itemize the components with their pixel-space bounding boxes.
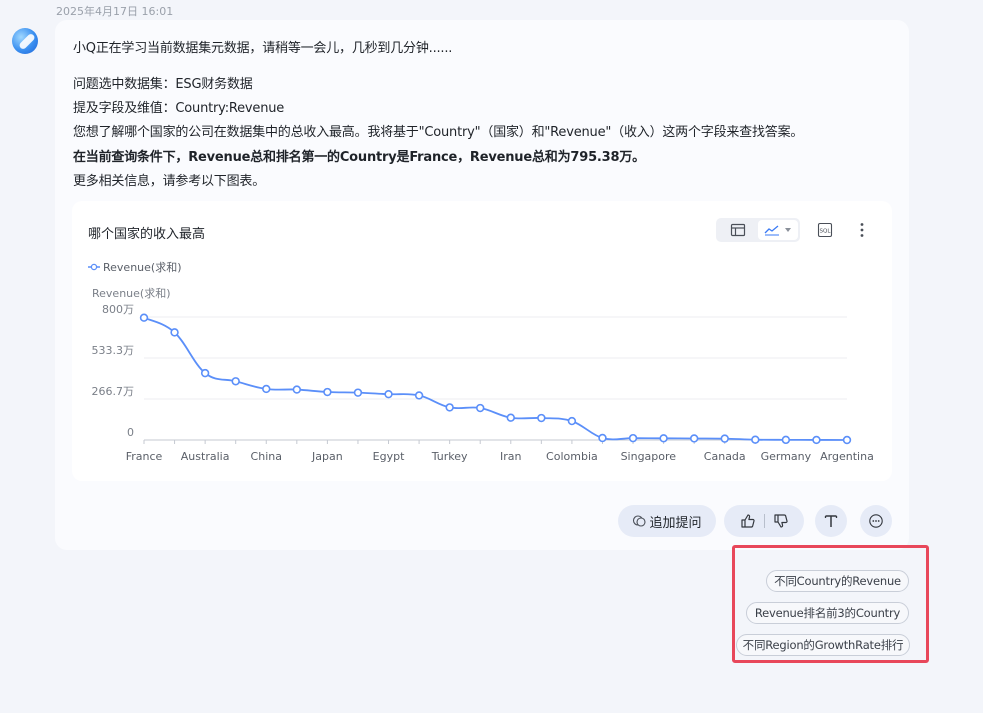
dataset-text: 问题选中数据集：ESG财务数据 [73, 77, 253, 92]
thumbs-up-icon [740, 514, 755, 528]
answer-text: 在当前查询条件下，Revenue总和排名第一的Country是France，Re… [73, 150, 645, 165]
data-point[interactable] [842, 435, 852, 445]
followup-question-button[interactable]: 追加提问 [618, 505, 716, 537]
data-point[interactable] [567, 416, 577, 426]
y-tick-label: 533.3万 [92, 344, 135, 357]
y-tick-label: 800万 [102, 303, 134, 316]
explain-text: 您想了解哪个国家的公司在数据集中的总收入最高。我将基于"Country"（国家）… [73, 125, 804, 140]
data-point[interactable] [200, 368, 210, 378]
message-timestamp: 2025年4月17日 16:01 [56, 5, 174, 18]
x-tick-label: Australia [181, 450, 230, 463]
revenue-line-chart: Revenue(求和) Revenue(求和) 0 266.7万 533.3万 800… [88, 261, 874, 463]
data-point[interactable] [628, 433, 638, 443]
data-point[interactable] [139, 313, 149, 322]
suggestion-chip[interactable]: 不同Country的Revenue [766, 570, 909, 592]
x-tick-label: China [251, 450, 282, 463]
text-format-icon [824, 515, 838, 527]
x-tick-label: Colombia [546, 450, 598, 463]
data-point[interactable] [353, 388, 363, 397]
chat-bubble-icon [633, 515, 647, 527]
series-line [143, 316, 848, 441]
suggested-questions-panel: 不同Country的Revenue Revenue排名前3的Country 不同… [732, 545, 929, 663]
suggestion-chip[interactable]: Revenue排名前3的Country [746, 602, 909, 624]
x-tick-label: Singapore [621, 450, 677, 463]
more-horizontal-icon [869, 514, 883, 528]
more-actions-button[interactable] [860, 505, 892, 537]
legend-label: Revenue(求和) [103, 261, 182, 274]
x-tick-label: Argentina [820, 450, 874, 463]
data-point[interactable] [414, 391, 424, 400]
x-tick-label: Turkey [431, 450, 468, 463]
dislike-button[interactable] [773, 513, 789, 529]
data-point[interactable] [720, 434, 729, 443]
data-point[interactable] [598, 433, 607, 443]
data-point[interactable] [384, 389, 393, 399]
y-tick-label: 0 [127, 426, 134, 439]
assistant-avatar [12, 28, 38, 54]
data-point[interactable] [170, 328, 179, 337]
data-point[interactable] [231, 377, 240, 386]
data-point[interactable] [476, 403, 485, 413]
text-format-button[interactable] [815, 505, 847, 537]
data-point[interactable] [262, 384, 271, 394]
data-point[interactable] [812, 435, 821, 445]
data-point[interactable] [751, 435, 760, 444]
y-tick-label: 266.7万 [92, 385, 135, 398]
data-point[interactable] [506, 413, 515, 422]
data-point[interactable] [445, 403, 454, 412]
like-button[interactable] [740, 513, 756, 529]
data-point[interactable] [689, 434, 699, 443]
y-axis-title: Revenue(求和) [92, 287, 171, 300]
data-point[interactable] [537, 413, 546, 423]
chart-card: 哪个国家的收入最高 SQL Revenue(求和) Revenue(求和) 0 … [72, 201, 892, 481]
loading-text: 小Q正在学习当前数据集元数据，请稍等一会儿，几秒到几分钟...... [73, 41, 453, 56]
x-tick-label: Iran [500, 450, 522, 463]
followup-label: 追加提问 [649, 515, 702, 531]
data-point[interactable] [659, 434, 668, 443]
data-point[interactable] [323, 387, 332, 397]
more-info-text: 更多相关信息，请参考以下图表。 [73, 174, 266, 189]
x-tick-label: Canada [704, 450, 746, 463]
thumbs-down-icon [773, 514, 788, 528]
chart-legend[interactable]: Revenue(求和) [88, 261, 182, 274]
answer-card: 小Q正在学习当前数据集元数据，请稍等一会儿，几秒到几分钟...... 问题选中数… [55, 20, 909, 550]
x-tick-label: Japan [311, 450, 343, 463]
suggestion-chip[interactable]: 不同Region的GrowthRate排行 [736, 634, 910, 656]
data-point[interactable] [781, 435, 791, 445]
feedback-group [724, 505, 804, 537]
x-tick-label: France [126, 450, 163, 463]
fields-text: 提及字段及维值：Country:Revenue [73, 101, 285, 116]
x-tick-label: Germany [761, 450, 812, 463]
data-point[interactable] [292, 385, 302, 394]
x-tick-label: Egypt [373, 450, 405, 463]
